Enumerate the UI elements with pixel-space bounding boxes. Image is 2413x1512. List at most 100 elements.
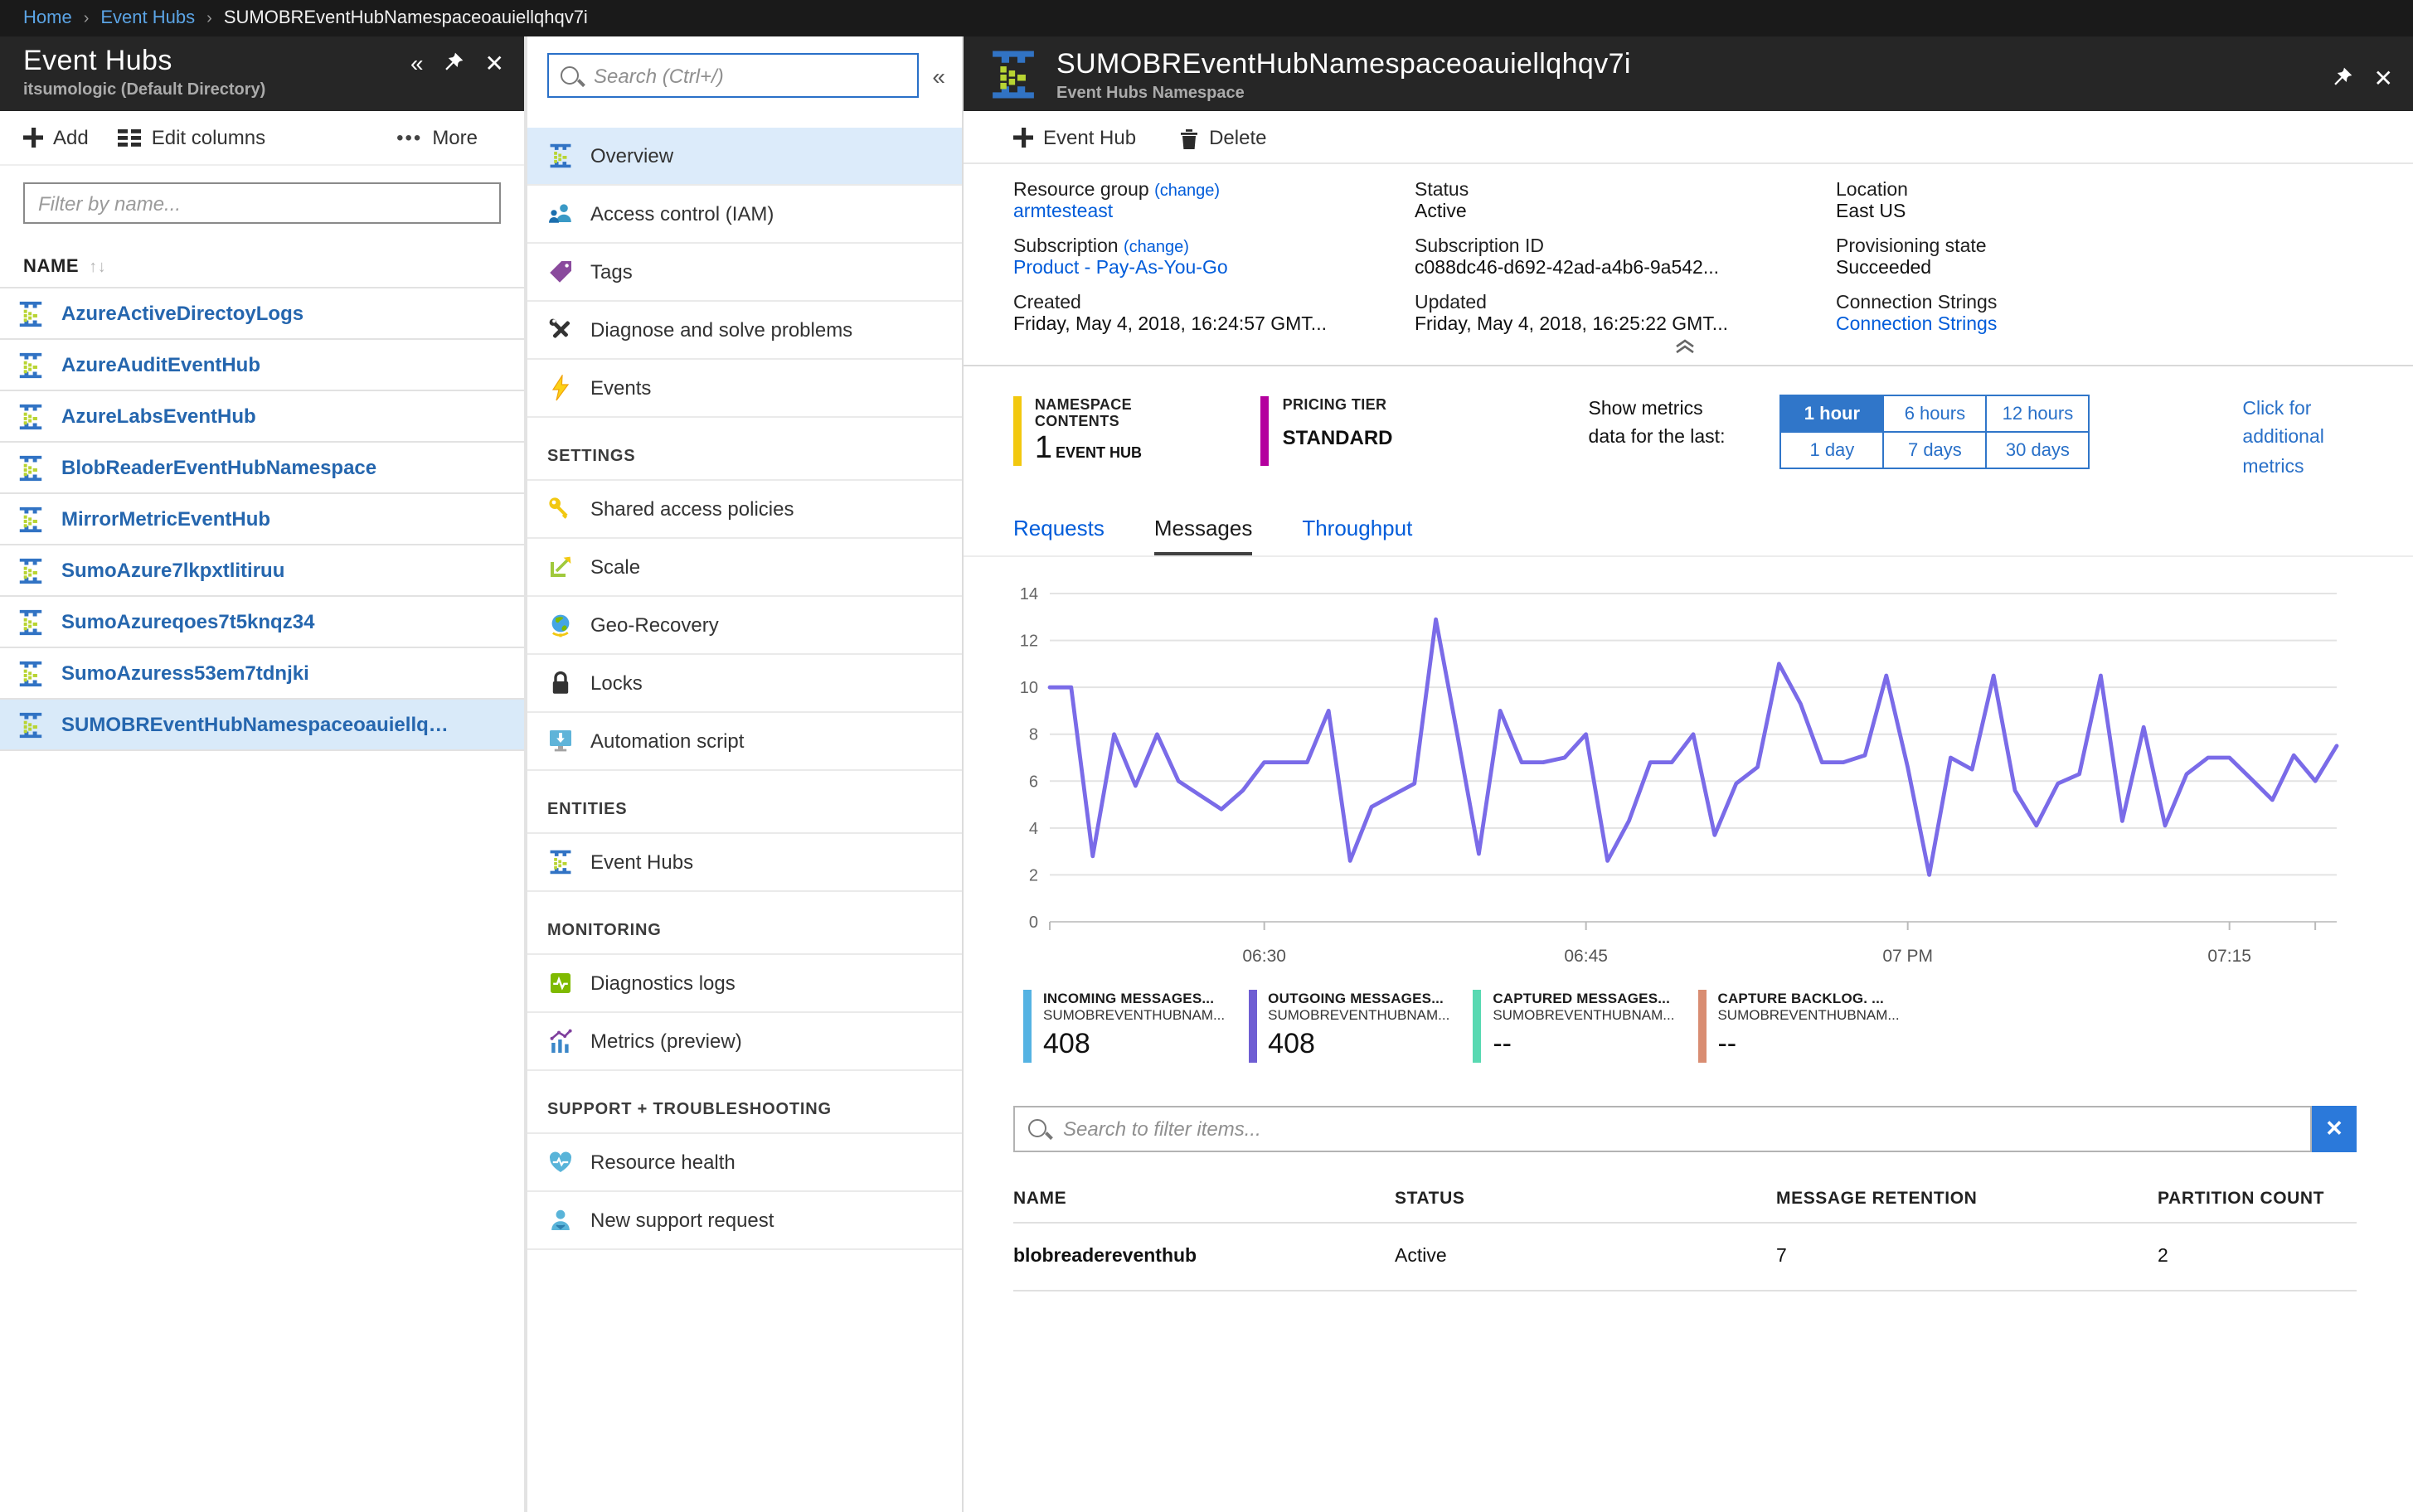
close-blade-icon[interactable]: ✕ (485, 51, 504, 75)
created-label: Created (1013, 293, 1391, 313)
range-1-day[interactable]: 1 day (1779, 431, 1884, 469)
collapse-menu-icon[interactable]: « (932, 62, 945, 89)
range-30-days[interactable]: 30 days (1985, 431, 2090, 469)
nav-item-diagnose[interactable]: Diagnose and solve problems (527, 300, 962, 358)
time-range-picker: 1 hour 6 hours 12 hours 1 day 7 days 30 … (1781, 396, 2090, 469)
items-filter-box[interactable] (1013, 1106, 2312, 1152)
change-subscription-link[interactable]: (change) (1124, 239, 1189, 257)
range-7-days[interactable]: 7 days (1882, 431, 1987, 469)
nav-item-shared-access-policies[interactable]: Shared access policies (527, 479, 962, 537)
cell-partition-count: 2 (2158, 1224, 2357, 1290)
pin-blade-icon[interactable] (444, 51, 465, 73)
tab-messages[interactable]: Messages (1154, 516, 1253, 555)
namespace-row[interactable]: AzureAuditEventHub (0, 338, 524, 390)
nav-item-event-hubs[interactable]: Event Hubs (527, 832, 962, 892)
pin-blade-icon[interactable] (2333, 66, 2354, 88)
range-1-hour[interactable]: 1 hour (1779, 395, 1884, 433)
breadcrumb: Home › Event Hubs › SUMOBREventHubNamesp… (0, 0, 2413, 36)
namespace-row[interactable]: SumoAzureqoes7t5knqz34 (0, 595, 524, 647)
namespace-row[interactable]: AzureLabsEventHub (0, 390, 524, 441)
svg-text:12: 12 (1020, 632, 1038, 650)
resource-group-value[interactable]: armtesteast (1013, 202, 1391, 222)
namespace-row[interactable]: SumoAzuress53em7tdnjki (0, 647, 524, 698)
close-blade-icon[interactable]: ✕ (2374, 66, 2393, 90)
event-hubs-namespace-icon (987, 48, 1040, 101)
nav-item-overview[interactable]: Overview (527, 128, 962, 184)
connection-strings-link[interactable]: Connection Strings (1836, 315, 2357, 335)
namespace-blade-header: SUMOBREventHubNamespaceoauiellqhqv7i Eve… (964, 36, 2413, 111)
add-button[interactable]: Add (23, 126, 89, 149)
automation-script-icon (547, 728, 574, 754)
nav-group-settings: SETTINGS (527, 418, 962, 479)
metrics-strip: NAMESPACE CONTENTS 1EVENT HUB PRICING TI… (964, 366, 2413, 482)
range-12-hours[interactable]: 12 hours (1985, 395, 2090, 433)
more-button[interactable]: ••• More (396, 126, 501, 149)
edit-columns-button[interactable]: Edit columns (119, 126, 265, 149)
tab-requests[interactable]: Requests (1013, 516, 1105, 555)
left-panel-subtitle: itsumologic (Default Directory) (23, 81, 410, 99)
command-bar: Event Hub Delete (964, 111, 2413, 164)
breadcrumb-event-hubs[interactable]: Event Hubs (100, 8, 195, 28)
collapse-essentials-chevron[interactable] (1013, 335, 2357, 361)
nav-item-locks[interactable]: Locks (527, 653, 962, 711)
svg-text:06:30: 06:30 (1242, 947, 1286, 966)
col-status: STATUS (1395, 1175, 1776, 1222)
delete-button[interactable]: Delete (1179, 126, 1266, 149)
nav-item-automation-script[interactable]: Automation script (527, 711, 962, 771)
show-metrics-label: Show metrics data for the last: (1589, 396, 1739, 453)
legend-outgoing-messages[interactable]: OUTGOING MESSAGES... SUMOBREVENTHUBNAM..… (1248, 990, 1449, 1063)
clear-filter-button[interactable]: ✕ (2312, 1106, 2357, 1152)
nav-item-geo-recovery[interactable]: Geo-Recovery (527, 595, 962, 653)
namespace-row[interactable]: SumoAzure7lkpxtlitiruu (0, 544, 524, 595)
legend-captured-messages[interactable]: CAPTURED MESSAGES... SUMOBREVENTHUBNAM..… (1473, 990, 1674, 1063)
nav-item-access-control[interactable]: Access control (IAM) (527, 184, 962, 242)
breadcrumb-home[interactable]: Home (23, 8, 72, 28)
left-toolbar: Add Edit columns ••• More (0, 111, 524, 166)
resource-menu-panel: « Overview Access control (IAM) Tags Di (527, 36, 964, 1512)
namespace-row[interactable]: BlobReaderEventHubNamespace (0, 441, 524, 492)
change-resource-group-link[interactable]: (change) (1154, 182, 1220, 201)
trash-icon (1179, 127, 1199, 148)
nav-item-metrics-preview[interactable]: Metrics (preview) (527, 1011, 962, 1071)
namespace-overview-panel: SUMOBREventHubNamespaceoauiellqhqv7i Eve… (964, 36, 2413, 1512)
items-filter-input[interactable] (1060, 1116, 2297, 1142)
range-6-hours[interactable]: 6 hours (1882, 395, 1987, 433)
resource-menu-searchbox[interactable] (547, 53, 919, 98)
cell-name[interactable]: blobreadereventhub (1013, 1224, 1395, 1290)
globe-icon (547, 612, 574, 638)
key-icon (547, 496, 574, 522)
table-row[interactable]: blobreadereventhub Active 7 2 (1013, 1222, 2357, 1292)
subscription-value[interactable]: Product - Pay-As-You-Go (1013, 259, 1391, 279)
col-message-retention: MESSAGE RETENTION (1776, 1175, 2158, 1222)
name-column-header[interactable]: NAME ↑↓ (0, 230, 524, 287)
nav-item-events[interactable]: Events (527, 358, 962, 418)
legend-color-bar (1697, 990, 1706, 1063)
legend-incoming-messages[interactable]: INCOMING MESSAGES... SUMOBREVENTHUBNAM..… (1023, 990, 1225, 1063)
nav-group-monitoring: MONITORING (527, 892, 962, 953)
nav-item-new-support-request[interactable]: New support request (527, 1190, 962, 1250)
left-panel-title: Event Hubs (23, 45, 410, 78)
event-hub-icon (17, 453, 45, 482)
filter-by-name-input[interactable] (23, 182, 501, 224)
additional-metrics-link[interactable]: Click for additional metrics (2242, 396, 2357, 482)
nav-item-resource-health[interactable]: Resource health (527, 1132, 962, 1190)
nav-item-tags[interactable]: Tags (527, 242, 962, 300)
namespace-row[interactable]: AzureActiveDirectoyLogs (0, 287, 524, 338)
legend-capture-backlog[interactable]: CAPTURE BACKLOG. ... SUMOBREVENTHUBNAM..… (1697, 990, 1899, 1063)
nav-item-scale[interactable]: Scale (527, 537, 962, 595)
svg-text:8: 8 (1029, 725, 1038, 744)
resource-menu-search-input[interactable] (590, 62, 905, 89)
add-event-hub-button[interactable]: Event Hub (1013, 126, 1136, 149)
col-name: NAME (1013, 1175, 1395, 1222)
tab-throughput[interactable]: Throughput (1302, 516, 1412, 555)
event-hub-icon (17, 556, 45, 584)
connection-strings-label: Connection Strings (1836, 293, 2357, 313)
collapse-blade-icon[interactable]: « (410, 51, 424, 75)
azure-portal: Home › Event Hubs › SUMOBREventHubNamesp… (0, 0, 2413, 1512)
nav-item-diagnostics-logs[interactable]: Diagnostics logs (527, 953, 962, 1011)
namespace-row[interactable]: MirrorMetricEventHub (0, 492, 524, 544)
namespace-row-selected[interactable]: SUMOBREventHubNamespaceoauiellq… (0, 698, 524, 751)
legend-color-bar (1248, 990, 1256, 1063)
essentials: Resource group (change) armtesteast Stat… (964, 164, 2413, 365)
search-icon (1028, 1120, 1046, 1138)
